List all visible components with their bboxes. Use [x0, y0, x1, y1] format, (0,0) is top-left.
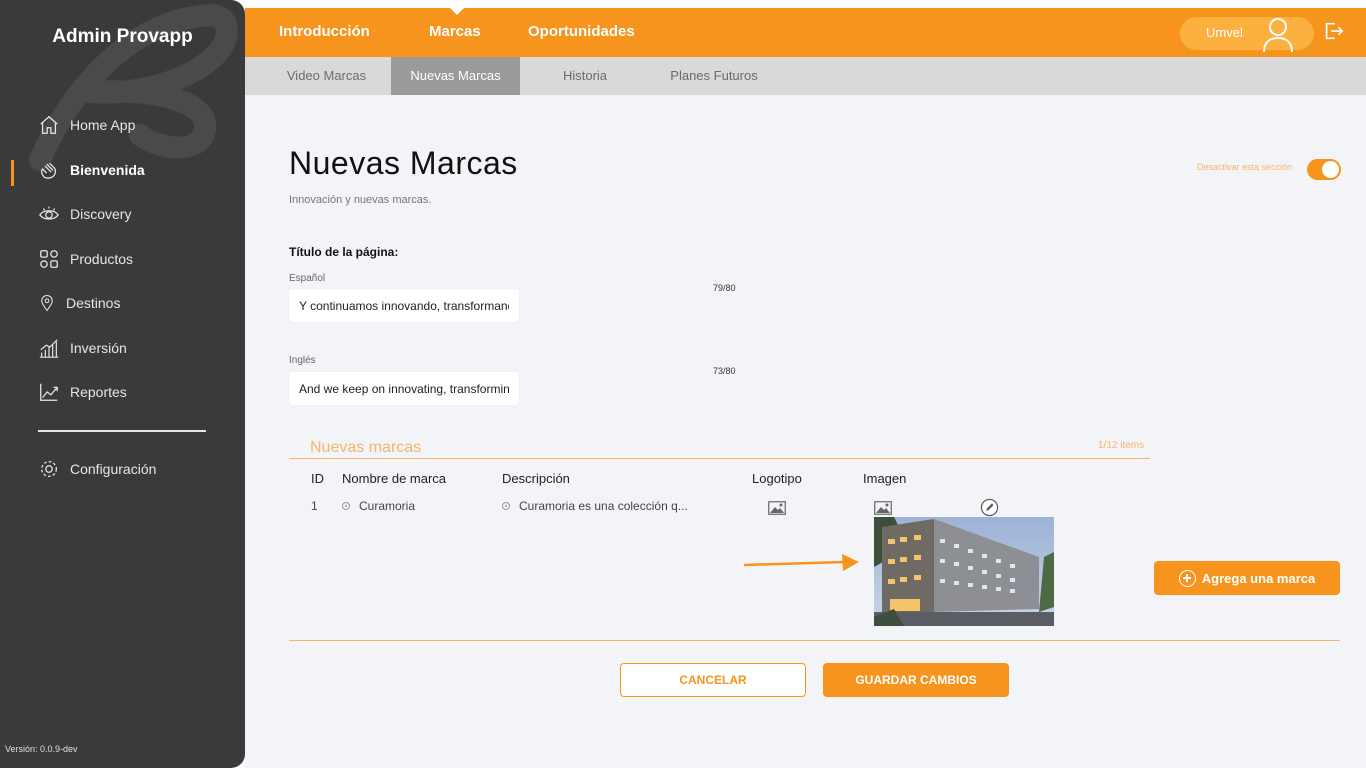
column-header-image: Imagen [863, 471, 907, 486]
bullet-icon [342, 502, 350, 510]
arrow-annotation-icon [743, 554, 859, 571]
page-title: Nuevas Marcas [289, 145, 518, 181]
toggle-knob [1322, 161, 1339, 178]
section-toggle[interactable] [1307, 159, 1341, 180]
sidebar-item-discovery[interactable]: Discovery [38, 201, 131, 227]
english-label: Inglés [289, 355, 316, 366]
sidebar-item-label: Home App [70, 117, 136, 133]
edit-pencil-icon[interactable] [980, 498, 999, 517]
image-thumbnail-icon[interactable] [874, 501, 892, 515]
grid-shapes-icon [40, 250, 58, 268]
row-description: Curamoria es una colección q... [519, 499, 688, 513]
subtab-nuevas-marcas[interactable]: Nuevas Marcas [391, 57, 520, 95]
waving-hand-icon [40, 162, 57, 179]
footer-divider [289, 640, 1340, 641]
sidebar-item-label: Productos [70, 251, 134, 267]
add-brand-label: Agrega una marca [1201, 570, 1316, 586]
logo-image-icon[interactable] [768, 501, 786, 515]
page-subtitle: Innovación y nuevas marcas. [289, 194, 432, 206]
map-pin-icon [41, 295, 53, 312]
row-id: 1 [311, 499, 318, 513]
subtab-video-marcas[interactable]: Video Marcas [269, 57, 384, 95]
section-label: Título de la página: [289, 245, 399, 259]
subtab-historia[interactable]: Historia [535, 57, 635, 95]
sidebar: Admin Provapp Home App Bienvenida Discov… [0, 0, 245, 768]
user-menu[interactable]: Umvel [1180, 17, 1314, 52]
gear-icon [41, 461, 57, 477]
user-name: Umvel [1206, 25, 1243, 40]
spanish-label: Español [289, 273, 326, 284]
sidebar-item-label: Bienvenida [70, 162, 145, 178]
brands-count: 1/12 items [1098, 440, 1145, 451]
sidebar-item-label: Reportes [70, 384, 127, 400]
sidebar-item-destinos[interactable]: Destinos [38, 290, 120, 316]
sub-nav: Video Marcas Nuevas Marcas Historia Plan… [245, 57, 1366, 95]
add-brand-button[interactable]: Agrega una marca [1154, 561, 1340, 595]
tab-introduccion[interactable]: Introducción [279, 8, 370, 57]
sidebar-item-label: Inversión [70, 340, 127, 356]
eye-icon [39, 206, 59, 220]
english-title-input[interactable] [289, 372, 519, 405]
app-title: Admin Provapp [52, 26, 193, 47]
cancel-button[interactable]: CANCELAR [620, 663, 806, 697]
deactivate-label: Desactivar esta sección [1197, 162, 1293, 172]
column-header-logo: Logotipo [752, 471, 802, 486]
spanish-title-input[interactable] [289, 289, 519, 322]
english-counter: 73/80 [713, 366, 736, 376]
sidebar-item-home-app[interactable]: Home App [38, 112, 135, 138]
plus-circle-icon [1178, 569, 1196, 587]
sidebar-item-configuracion[interactable]: Configuración [38, 456, 156, 482]
logout-icon[interactable] [1322, 20, 1344, 42]
line-chart-icon [40, 383, 58, 401]
sidebar-item-inversion[interactable]: Inversión [38, 335, 127, 361]
user-avatar-icon [1263, 18, 1293, 52]
save-button[interactable]: GUARDAR CAMBIOS [823, 663, 1009, 697]
sidebar-item-bienvenida[interactable]: Bienvenida [38, 157, 145, 183]
bar-chart-icon [39, 339, 59, 358]
sidebar-item-productos[interactable]: Productos [38, 246, 133, 272]
version-label: Versión: 0.0.9-dev [5, 744, 78, 754]
column-header-description: Descripción [502, 471, 570, 486]
row-name-cell: Curamoria [342, 499, 415, 513]
sidebar-item-label: Destinos [66, 295, 121, 311]
main-content: Nuevas Marcas Innovación y nuevas marcas… [245, 95, 1366, 768]
tab-marcas[interactable]: Marcas [429, 8, 481, 57]
brands-section-title: Nuevas marcas [310, 439, 422, 456]
top-nav: Introducción Marcas Oportunidades Umvel [245, 8, 1366, 57]
bullet-icon [502, 502, 510, 510]
row-description-cell: Curamoria es una colección q... [502, 499, 688, 513]
active-indicator [11, 160, 14, 186]
sidebar-item-label: Discovery [70, 206, 132, 222]
subtab-planes-futuros[interactable]: Planes Futuros [655, 57, 773, 95]
brands-divider [289, 458, 1150, 459]
active-tab-indicator [450, 8, 464, 15]
row-name: Curamoria [359, 499, 416, 513]
brand-image-preview [874, 517, 1054, 626]
spanish-counter: 79/80 [713, 283, 736, 293]
tab-oportunidades[interactable]: Oportunidades [528, 8, 635, 57]
column-header-name: Nombre de marca [342, 471, 447, 486]
sidebar-item-reportes[interactable]: Reportes [38, 379, 127, 405]
sidebar-divider [38, 430, 206, 432]
home-icon [40, 115, 58, 134]
column-header-id: ID [311, 471, 324, 486]
sidebar-item-label: Configuración [70, 461, 157, 477]
